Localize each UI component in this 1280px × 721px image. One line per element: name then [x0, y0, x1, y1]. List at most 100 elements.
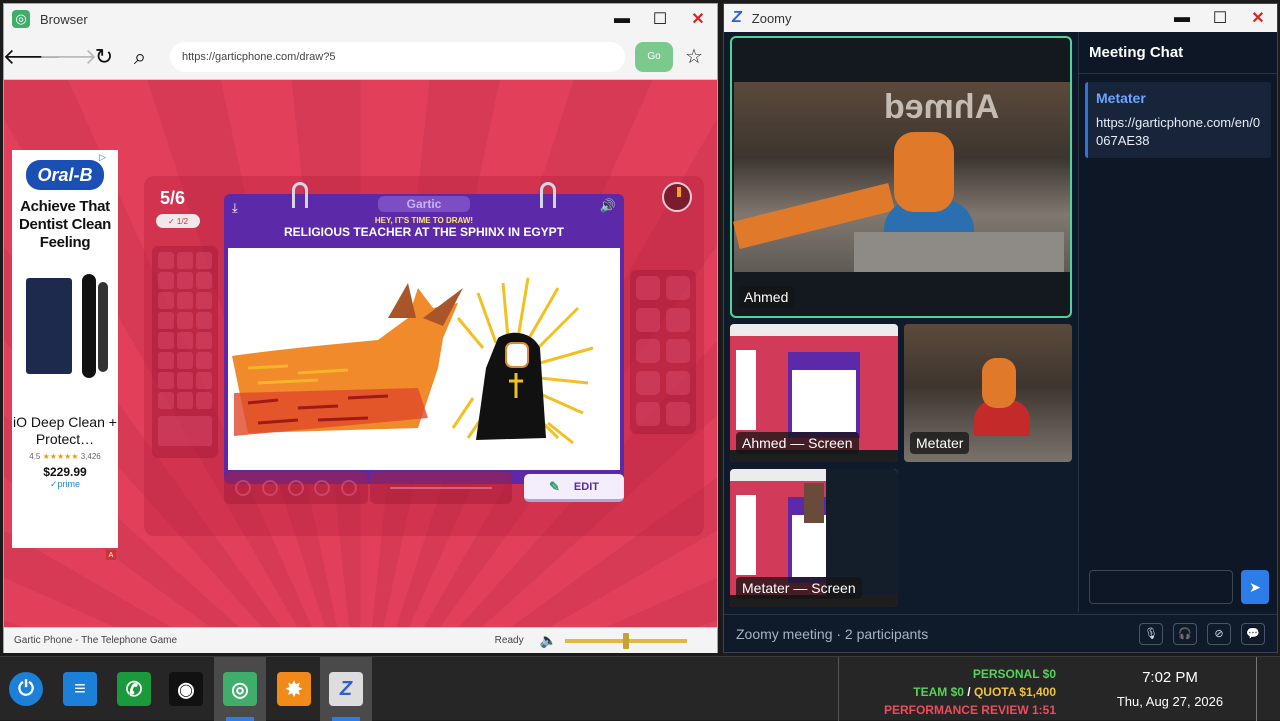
- draw-instruction: HEY, IT'S TIME TO DRAW!: [374, 216, 474, 225]
- ellipse-tool-icon: [666, 307, 690, 332]
- drawing-tools[interactable]: [630, 270, 696, 434]
- taskbar-app-phone[interactable]: ✆: [108, 657, 160, 721]
- go-button[interactable]: Go: [635, 41, 673, 72]
- sound-icon[interactable]: 🔊: [600, 198, 616, 214]
- undo-tool-icon: [636, 402, 660, 427]
- performance-review: PERFORMANCE REVIEW 1:51: [883, 703, 1056, 717]
- clock-time: 7:02 PM: [1142, 669, 1198, 686]
- ad-rating: 4.5 ★★★★★ 3,426: [29, 452, 101, 461]
- gartic-game-panel: 5/6 ✓ 1/2 ⤓ Gartic 🔊 HEY, IT'S TIME TO D…: [144, 176, 704, 536]
- ad-product-name: iO Deep Clean + Protect…: [13, 414, 117, 447]
- taskbar-app-zoomy[interactable]: Z: [320, 657, 372, 721]
- ad-badge: A: [106, 550, 116, 560]
- tile-label: Metater: [910, 432, 970, 454]
- ad-price: $229.99: [43, 465, 87, 479]
- screen-share-off-icon[interactable]: ⊘: [1207, 622, 1231, 645]
- download-icon[interactable]: ⤓: [232, 200, 238, 216]
- mic-icon[interactable]: 🎙: [1139, 622, 1163, 645]
- taskbar-app-browser[interactable]: ◎: [214, 657, 266, 721]
- rectangle-tool-icon: [636, 307, 660, 332]
- volume-slider[interactable]: [565, 632, 687, 649]
- volume-slider-knob[interactable]: [623, 632, 629, 649]
- video-tile[interactable]: Ahmed — Screen: [730, 324, 898, 462]
- minimize-button[interactable]: ▬: [1163, 3, 1201, 33]
- tile-label: Ahmed — Screen: [736, 432, 859, 454]
- chat-icon[interactable]: 💬: [1241, 622, 1265, 645]
- power-icon: ⏻: [9, 672, 43, 706]
- draw-prompt: RELIGIOUS TEACHER AT THE SPHINX IN EGYPT: [283, 225, 565, 239]
- drawing-board: ⤓ Gartic 🔊 HEY, IT'S TIME TO DRAW! RELIG…: [224, 182, 624, 484]
- edit-button[interactable]: ✎ EDIT: [524, 474, 624, 502]
- map-icon: ✸: [277, 672, 311, 706]
- zoomy-window: Z Zoomy ▬ ☐ ✕ Ahmed Ahmed Ahmed — Screen…: [723, 3, 1278, 653]
- taskbar: ⏻ ≡ ✆ ◉ ◎ ✸ Z PERSONAL $0 TEAM $0 / QUOT…: [0, 656, 1280, 721]
- headphones-icon[interactable]: 🎧: [1173, 622, 1197, 645]
- ad-brand-logo: Oral-B: [26, 160, 104, 190]
- ad-product-image: [20, 268, 110, 384]
- reload-button[interactable]: ↻: [86, 39, 122, 75]
- video-tile[interactable]: Metater: [904, 324, 1072, 462]
- page-viewport: ▷ Oral-B Achieve That Dentist Clean Feel…: [4, 80, 717, 627]
- chat-header: Meeting Chat: [1079, 32, 1277, 74]
- zoomy-footer: Zoomy meeting · 2 participants 🎙 🎧 ⊘ 💬: [724, 614, 1277, 652]
- personal-earnings: PERSONAL $0: [972, 667, 1056, 681]
- gartic-logo: Gartic: [378, 196, 470, 212]
- brush-size-bar[interactable]: [224, 472, 368, 504]
- fill-tool-icon: [666, 370, 690, 395]
- ad-prime-badge: ✓prime: [49, 479, 81, 489]
- zoomy-icon: Z: [329, 672, 363, 706]
- round-counter: 5/6: [160, 188, 186, 208]
- ad-banner[interactable]: ▷ Oral-B Achieve That Dentist Clean Feel…: [12, 150, 118, 548]
- minimize-button[interactable]: ▬: [603, 4, 641, 34]
- close-button[interactable]: ✕: [1239, 3, 1277, 33]
- pencil-icon: ✎: [549, 478, 560, 494]
- taskbar-app-camera[interactable]: ◉: [160, 657, 212, 721]
- browser-toolbar: 🡐 🡒 ↻ ⌕ https://garticphone.com/draw?5 G…: [3, 34, 717, 80]
- system-clock: 7:02 PM Thu, Aug 27, 2026: [1090, 657, 1250, 721]
- team-quota: TEAM $0 / QUOTA $1,400: [913, 685, 1056, 699]
- send-icon[interactable]: ➤: [1241, 570, 1269, 604]
- earnings-stats: PERSONAL $0 TEAM $0 / QUOTA $1,400 PERFO…: [838, 657, 1088, 721]
- volume-icon[interactable]: 🔈: [540, 632, 557, 649]
- maximize-button[interactable]: ☐: [1201, 3, 1239, 33]
- tile-label: Metater — Screen: [736, 577, 862, 599]
- bookmark-star-icon[interactable]: ☆: [685, 44, 703, 69]
- browser-icon: ◎: [223, 672, 257, 706]
- taskbar-app-notes[interactable]: ≡: [54, 657, 106, 721]
- meeting-chat-panel: Meeting Chat Metater https://garticphone…: [1078, 32, 1277, 612]
- maximize-button[interactable]: ☐: [641, 4, 679, 34]
- timer-icon: [662, 182, 692, 212]
- video-tile[interactable]: Metater — Screen: [730, 469, 898, 607]
- chat-input[interactable]: [1089, 570, 1233, 604]
- zoom-icon[interactable]: ⌕: [122, 39, 158, 75]
- background-sign: Ahmed: [884, 88, 1000, 126]
- redo-tool-icon: [666, 402, 690, 427]
- zoomy-window-title: Zoomy: [751, 10, 792, 26]
- close-button[interactable]: ✕: [679, 4, 717, 34]
- status-page-title: Gartic Phone - The Telephone Game: [14, 635, 178, 646]
- camera-icon: ◉: [169, 672, 203, 706]
- video-tile-main[interactable]: Ahmed Ahmed: [730, 36, 1072, 318]
- taskbar-app-map[interactable]: ✸: [268, 657, 320, 721]
- show-desktop-button[interactable]: [1256, 657, 1280, 721]
- done-count-badge: ✓ 1/2: [156, 214, 200, 228]
- ad-headline: Achieve That Dentist Clean Feeling: [19, 198, 111, 251]
- forward-button[interactable]: 🡒: [39, 39, 98, 75]
- clock-date: Thu, Aug 27, 2026: [1116, 694, 1224, 709]
- binder-ring: [540, 182, 556, 208]
- url-input[interactable]: https://garticphone.com/draw?5: [170, 41, 625, 72]
- drawing-canvas[interactable]: [228, 248, 620, 470]
- browser-window-title: Browser: [40, 11, 88, 27]
- chat-text[interactable]: https://garticphone.com/en/0067AE38: [1096, 114, 1263, 150]
- chat-message: Metater https://garticphone.com/en/0067A…: [1085, 82, 1271, 158]
- zoomy-logo-icon: Z: [732, 9, 742, 26]
- filled-rect-tool-icon: [636, 339, 660, 364]
- browser-window: ◎ Browser ▬ ☐ ✕ 🡐 🡒 ↻ ⌕ https://garticph…: [3, 3, 718, 653]
- chat-sender: Metater: [1096, 90, 1146, 106]
- color-palette[interactable]: [152, 246, 218, 458]
- notes-icon: ≡: [63, 672, 97, 706]
- taskbar-app-power[interactable]: ⏻: [0, 657, 52, 721]
- ad-choices-icon[interactable]: ▷: [99, 152, 106, 163]
- opacity-slider[interactable]: [370, 472, 512, 504]
- zoomy-titlebar: Z Zoomy ▬ ☐ ✕: [724, 4, 1277, 32]
